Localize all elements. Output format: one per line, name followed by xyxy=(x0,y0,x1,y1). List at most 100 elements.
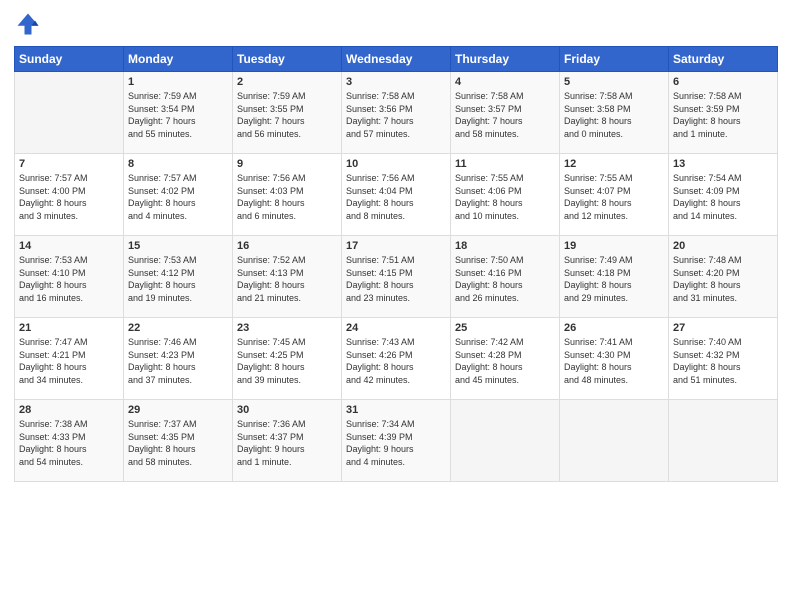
day-number: 29 xyxy=(128,404,228,416)
calendar-cell: 14Sunrise: 7:53 AM Sunset: 4:10 PM Dayli… xyxy=(15,236,124,318)
calendar-cell: 19 Sunrise: 7:49 AM Sunset: 4:18 PM Dayli… xyxy=(560,236,669,318)
cell-content: Sunrise: 7:34 AM Sunset: 4:39 PM Dayligh… xyxy=(346,418,446,468)
cell-content: Sunrise: 7:57 AM Sunset: 4:02 PM Dayligh… xyxy=(128,172,228,222)
calendar-cell xyxy=(15,72,124,154)
calendar-cell: 28Sunrise: 7:38 AM Sunset: 4:33 PM Dayli… xyxy=(15,400,124,482)
cell-content: Sunrise: 7:58 AM Sunset: 3:59 PM Dayligh… xyxy=(673,90,773,140)
calendar-cell: 22 Sunrise: 7:46 AM Sunset: 4:23 PM Dayli… xyxy=(124,318,233,400)
calendar-cell: 27 Sunrise: 7:40 AM Sunset: 4:32 PM Dayli… xyxy=(669,318,778,400)
day-number: 5 xyxy=(564,76,664,88)
calendar-cell: 16 Sunrise: 7:52 AM Sunset: 4:13 PM Dayli… xyxy=(233,236,342,318)
day-number: 10 xyxy=(346,158,446,170)
cell-content: Sunrise: 7:46 AM Sunset: 4:23 PM Dayligh… xyxy=(128,336,228,386)
calendar-cell: 3 Sunrise: 7:58 AM Sunset: 3:56 PM Daylig… xyxy=(342,72,451,154)
calendar-cell xyxy=(451,400,560,482)
calendar-cell: 13Sunrise: 7:54 AM Sunset: 4:09 PM Dayli… xyxy=(669,154,778,236)
cell-content: Sunrise: 7:43 AM Sunset: 4:26 PM Dayligh… xyxy=(346,336,446,386)
day-number: 17 xyxy=(346,240,446,252)
day-number: 19 xyxy=(564,240,664,252)
calendar-cell: 15 Sunrise: 7:53 AM Sunset: 4:12 PM Dayli… xyxy=(124,236,233,318)
day-number: 9 xyxy=(237,158,337,170)
day-number: 8 xyxy=(128,158,228,170)
logo xyxy=(14,10,46,38)
calendar-cell: 26 Sunrise: 7:41 AM Sunset: 4:30 PM Dayli… xyxy=(560,318,669,400)
header-wednesday: Wednesday xyxy=(342,47,451,72)
calendar-cell: 31 Sunrise: 7:34 AM Sunset: 4:39 PM Dayli… xyxy=(342,400,451,482)
cell-content: Sunrise: 7:55 AM Sunset: 4:06 PM Dayligh… xyxy=(455,172,555,222)
cell-content: Sunrise: 7:57 AM Sunset: 4:00 PM Dayligh… xyxy=(19,172,119,222)
calendar-cell: 12 Sunrise: 7:55 AM Sunset: 4:07 PM Dayli… xyxy=(560,154,669,236)
cell-content: Sunrise: 7:36 AM Sunset: 4:37 PM Dayligh… xyxy=(237,418,337,468)
cell-content: Sunrise: 7:48 AM Sunset: 4:20 PM Dayligh… xyxy=(673,254,773,304)
calendar-cell: 25 Sunrise: 7:42 AM Sunset: 4:28 PM Dayli… xyxy=(451,318,560,400)
cell-content: Sunrise: 7:58 AM Sunset: 3:56 PM Dayligh… xyxy=(346,90,446,140)
day-number: 2 xyxy=(237,76,337,88)
calendar-week-1: 7Sunrise: 7:57 AM Sunset: 4:00 PM Daylig… xyxy=(15,154,778,236)
header-tuesday: Tuesday xyxy=(233,47,342,72)
cell-content: Sunrise: 7:51 AM Sunset: 4:15 PM Dayligh… xyxy=(346,254,446,304)
calendar-cell: 7Sunrise: 7:57 AM Sunset: 4:00 PM Daylig… xyxy=(15,154,124,236)
day-number: 20 xyxy=(673,240,773,252)
header-friday: Friday xyxy=(560,47,669,72)
cell-content: Sunrise: 7:56 AM Sunset: 4:03 PM Dayligh… xyxy=(237,172,337,222)
cell-content: Sunrise: 7:59 AM Sunset: 3:54 PM Dayligh… xyxy=(128,90,228,140)
calendar-cell: 30 Sunrise: 7:36 AM Sunset: 4:37 PM Dayli… xyxy=(233,400,342,482)
cell-content: Sunrise: 7:56 AM Sunset: 4:04 PM Dayligh… xyxy=(346,172,446,222)
day-number: 25 xyxy=(455,322,555,334)
calendar-cell: 8 Sunrise: 7:57 AM Sunset: 4:02 PM Daylig… xyxy=(124,154,233,236)
calendar-cell: 21 Sunrise: 7:47 AM Sunset: 4:21 PM Dayli… xyxy=(15,318,124,400)
calendar-week-3: 21 Sunrise: 7:47 AM Sunset: 4:21 PM Dayli… xyxy=(15,318,778,400)
cell-content: Sunrise: 7:45 AM Sunset: 4:25 PM Dayligh… xyxy=(237,336,337,386)
calendar-cell: 29 Sunrise: 7:37 AM Sunset: 4:35 PM Dayli… xyxy=(124,400,233,482)
cell-content: Sunrise: 7:49 AM Sunset: 4:18 PM Dayligh… xyxy=(564,254,664,304)
cell-content: Sunrise: 7:52 AM Sunset: 4:13 PM Dayligh… xyxy=(237,254,337,304)
calendar-cell: 10 Sunrise: 7:56 AM Sunset: 4:04 PM Dayli… xyxy=(342,154,451,236)
cell-content: Sunrise: 7:47 AM Sunset: 4:21 PM Dayligh… xyxy=(19,336,119,386)
day-number: 30 xyxy=(237,404,337,416)
cell-content: Sunrise: 7:53 AM Sunset: 4:12 PM Dayligh… xyxy=(128,254,228,304)
day-number: 23 xyxy=(237,322,337,334)
calendar-cell: 6 Sunrise: 7:58 AM Sunset: 3:59 PM Daylig… xyxy=(669,72,778,154)
cell-content: Sunrise: 7:40 AM Sunset: 4:32 PM Dayligh… xyxy=(673,336,773,386)
cell-content: Sunrise: 7:37 AM Sunset: 4:35 PM Dayligh… xyxy=(128,418,228,468)
calendar-cell xyxy=(669,400,778,482)
calendar-cell: 20 Sunrise: 7:48 AM Sunset: 4:20 PM Dayli… xyxy=(669,236,778,318)
calendar-week-4: 28Sunrise: 7:38 AM Sunset: 4:33 PM Dayli… xyxy=(15,400,778,482)
calendar-cell: 9 Sunrise: 7:56 AM Sunset: 4:03 PM Daylig… xyxy=(233,154,342,236)
cell-content: Sunrise: 7:54 AM Sunset: 4:09 PM Dayligh… xyxy=(673,172,773,222)
calendar-week-2: 14Sunrise: 7:53 AM Sunset: 4:10 PM Dayli… xyxy=(15,236,778,318)
cell-content: Sunrise: 7:59 AM Sunset: 3:55 PM Dayligh… xyxy=(237,90,337,140)
day-number: 21 xyxy=(19,322,119,334)
calendar-cell: 1 Sunrise: 7:59 AM Sunset: 3:54 PM Daylig… xyxy=(124,72,233,154)
day-number: 27 xyxy=(673,322,773,334)
day-number: 3 xyxy=(346,76,446,88)
day-number: 18 xyxy=(455,240,555,252)
cell-content: Sunrise: 7:58 AM Sunset: 3:58 PM Dayligh… xyxy=(564,90,664,140)
cell-content: Sunrise: 7:41 AM Sunset: 4:30 PM Dayligh… xyxy=(564,336,664,386)
logo-icon xyxy=(14,10,42,38)
calendar-table: SundayMondayTuesdayWednesdayThursdayFrid… xyxy=(14,46,778,482)
header-thursday: Thursday xyxy=(451,47,560,72)
day-number: 26 xyxy=(564,322,664,334)
cell-content: Sunrise: 7:50 AM Sunset: 4:16 PM Dayligh… xyxy=(455,254,555,304)
day-number: 1 xyxy=(128,76,228,88)
day-number: 22 xyxy=(128,322,228,334)
day-number: 4 xyxy=(455,76,555,88)
day-number: 11 xyxy=(455,158,555,170)
day-number: 28 xyxy=(19,404,119,416)
day-number: 6 xyxy=(673,76,773,88)
day-number: 16 xyxy=(237,240,337,252)
calendar-header-row: SundayMondayTuesdayWednesdayThursdayFrid… xyxy=(15,47,778,72)
cell-content: Sunrise: 7:58 AM Sunset: 3:57 PM Dayligh… xyxy=(455,90,555,140)
calendar-cell: 5 Sunrise: 7:58 AM Sunset: 3:58 PM Daylig… xyxy=(560,72,669,154)
day-number: 15 xyxy=(128,240,228,252)
day-number: 31 xyxy=(346,404,446,416)
calendar-cell: 4 Sunrise: 7:58 AM Sunset: 3:57 PM Daylig… xyxy=(451,72,560,154)
cell-content: Sunrise: 7:42 AM Sunset: 4:28 PM Dayligh… xyxy=(455,336,555,386)
day-number: 24 xyxy=(346,322,446,334)
cell-content: Sunrise: 7:55 AM Sunset: 4:07 PM Dayligh… xyxy=(564,172,664,222)
header-monday: Monday xyxy=(124,47,233,72)
day-number: 12 xyxy=(564,158,664,170)
calendar-cell: 17 Sunrise: 7:51 AM Sunset: 4:15 PM Dayli… xyxy=(342,236,451,318)
calendar-cell: 2 Sunrise: 7:59 AM Sunset: 3:55 PM Daylig… xyxy=(233,72,342,154)
